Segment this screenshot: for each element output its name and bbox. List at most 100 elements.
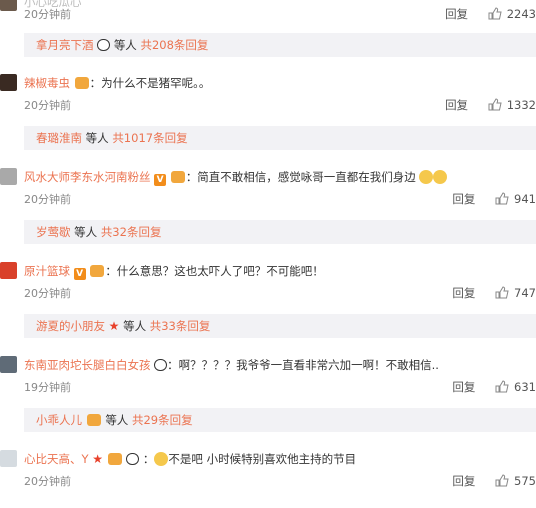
comment-line: 东南亚肉坨长腿白白女孩 ：啊？？？？我爷爷一直看非常六加一啊！不敢相信.. xyxy=(24,357,439,373)
username[interactable]: 原汁篮球 xyxy=(24,264,70,278)
emoji-icon xyxy=(154,452,169,466)
comment-actions: 回复 1332 xyxy=(445,97,536,113)
emoji-icon xyxy=(419,170,434,184)
username[interactable]: 风水大师李东水河南粉丝 xyxy=(24,170,151,184)
reply-username[interactable]: 游夏的小朋友 xyxy=(36,319,105,333)
reply-button[interactable]: 回复 xyxy=(452,285,475,301)
like-count: 2243 xyxy=(506,7,536,21)
reply-username[interactable]: 岁莺歇 xyxy=(36,225,71,239)
star-icon: ★ xyxy=(108,319,120,333)
comment-actions: 回复 2243 xyxy=(445,6,536,22)
avatar[interactable] xyxy=(0,262,17,279)
comment-item: 东南亚肉坨长腿白白女孩 ：啊？？？？我爷爷一直看非常六加一啊！不敢相信.. 19… xyxy=(0,354,536,440)
avatar[interactable] xyxy=(0,74,17,91)
and-others-label: 等人 xyxy=(74,225,98,239)
comment-item: 辣椒毒虫 ：为什么不是猪罕呢。。 20分钟前 回复 1332 春璐淮南 等人 共… xyxy=(0,72,536,158)
comment-feed: 小心吃瓜心 20分钟前 回复 2243 拿月亮下酒 等人 共208条回复 辣椒毒… xyxy=(0,0,536,508)
reply-username[interactable]: 小乖人儿 xyxy=(36,413,82,427)
comment-line: 原汁篮球 V ：什么意思？这也太吓人了吧？不可能吧！ xyxy=(24,263,324,280)
thumbs-up-icon xyxy=(495,286,509,299)
verified-v-icon: V xyxy=(154,174,167,186)
thumbs-up-icon xyxy=(488,98,502,111)
vip-badge-icon xyxy=(90,265,105,277)
timestamp: 20分钟前 xyxy=(24,99,71,112)
vip-badge-icon xyxy=(74,77,89,89)
reply-button[interactable]: 回复 xyxy=(452,473,475,489)
like-button[interactable]: 2243 xyxy=(488,7,536,21)
comment-text: ：什么意思？这也太吓人了吧？不可能吧！ xyxy=(105,264,324,278)
timestamp: 20分钟前 xyxy=(24,8,71,21)
like-count: 1332 xyxy=(506,98,536,112)
replies-summary[interactable]: 春璐淮南 等人 共1017条回复 xyxy=(24,126,536,150)
and-others-label: 等人 xyxy=(105,413,129,427)
verified-v-icon: V xyxy=(73,268,86,280)
reply-count[interactable]: 共33条回复 xyxy=(150,319,211,333)
like-button[interactable]: 747 xyxy=(495,286,536,300)
username[interactable]: 东南亚肉坨长腿白白女孩 xyxy=(24,358,151,372)
and-others-label: 等人 xyxy=(113,38,137,52)
vip-badge-icon xyxy=(86,414,101,426)
replies-summary[interactable]: 小乖人儿 等人 共29条回复 xyxy=(24,408,536,432)
reply-button[interactable]: 回复 xyxy=(452,191,475,207)
username[interactable]: 辣椒毒虫 xyxy=(24,76,70,90)
comment-item: 风水大师李东水河南粉丝 V ：简直不敢相信，感觉咏哥一直都在我们身边 20分钟前… xyxy=(0,166,536,252)
timestamp: 20分钟前 xyxy=(24,193,71,206)
panda-icon xyxy=(126,453,140,465)
reply-username[interactable]: 春璐淮南 xyxy=(36,131,82,145)
timestamp: 19分钟前 xyxy=(24,381,71,394)
comment-top-partial: 小心吃瓜心 20分钟前 回复 2243 拿月亮下酒 等人 共208条回复 xyxy=(0,0,536,60)
like-button[interactable]: 631 xyxy=(495,380,536,394)
reply-count[interactable]: 共1017条回复 xyxy=(112,131,187,145)
thumbs-up-icon xyxy=(495,192,509,205)
and-others-label: 等人 xyxy=(123,319,147,333)
replies-summary[interactable]: 拿月亮下酒 等人 共208条回复 xyxy=(24,33,536,57)
star-icon: ★ xyxy=(92,452,103,466)
comment-item: 心比天高、Y ★ ： 不是吧 小时候特别喜欢他主持的节目 20分钟前 回复 575 xyxy=(0,448,536,508)
avatar[interactable] xyxy=(0,356,17,373)
panda-icon xyxy=(154,359,168,371)
thumbs-up-icon xyxy=(488,7,502,20)
vip-badge-icon xyxy=(107,453,122,465)
like-count: 575 xyxy=(514,474,536,488)
reply-button[interactable]: 回复 xyxy=(445,97,468,113)
panda-icon xyxy=(97,39,111,51)
timestamp: 20分钟前 xyxy=(24,475,71,488)
like-count: 941 xyxy=(514,192,536,206)
reply-count[interactable]: 共208条回复 xyxy=(140,38,208,52)
comment-actions: 回复 941 xyxy=(452,191,536,207)
comment-text: ：啊？？？？我爷爷一直看非常六加一啊！不敢相信.. xyxy=(167,358,439,372)
thumbs-up-icon xyxy=(495,380,509,393)
like-button[interactable]: 941 xyxy=(495,192,536,206)
reply-count[interactable]: 共32条回复 xyxy=(101,225,162,239)
like-count: 747 xyxy=(514,286,536,300)
comment-line: 风水大师李东水河南粉丝 V ：简直不敢相信，感觉咏哥一直都在我们身边 xyxy=(24,169,448,186)
comment-text: ：简直不敢相信，感觉咏哥一直都在我们身边 xyxy=(185,170,416,184)
comment-line: 心比天高、Y ★ ： 不是吧 小时候特别喜欢他主持的节目 xyxy=(24,451,356,467)
thumbs-up-icon xyxy=(495,474,509,487)
timestamp: 20分钟前 xyxy=(24,287,71,300)
reply-username[interactable]: 拿月亮下酒 xyxy=(36,38,94,52)
comment-actions: 回复 631 xyxy=(452,379,536,395)
like-button[interactable]: 1332 xyxy=(488,98,536,112)
replies-summary[interactable]: 岁莺歇 等人 共32条回复 xyxy=(24,220,536,244)
reply-button[interactable]: 回复 xyxy=(452,379,475,395)
avatar[interactable] xyxy=(0,0,17,11)
username[interactable]: 心比天高、Y xyxy=(24,452,89,466)
comment-item: 原汁篮球 V ：什么意思？这也太吓人了吧？不可能吧！ 20分钟前 回复 747 … xyxy=(0,260,536,346)
emoji-icon xyxy=(433,170,448,184)
colon-label: ： xyxy=(142,452,155,466)
vip-badge-icon xyxy=(170,171,185,183)
reply-button[interactable]: 回复 xyxy=(445,6,468,22)
avatar[interactable] xyxy=(0,168,17,185)
and-others-label: 等人 xyxy=(85,131,109,145)
comment-text: ：为什么不是猪罕呢。。 xyxy=(89,76,211,90)
like-button[interactable]: 575 xyxy=(495,474,536,488)
like-count: 631 xyxy=(514,380,536,394)
replies-summary[interactable]: 游夏的小朋友 ★ 等人 共33条回复 xyxy=(24,314,536,338)
avatar[interactable] xyxy=(0,450,17,467)
comment-actions: 回复 575 xyxy=(452,473,536,489)
comment-actions: 回复 747 xyxy=(452,285,536,301)
reply-count[interactable]: 共29条回复 xyxy=(132,413,193,427)
comment-text: 不是吧 小时候特别喜欢他主持的节目 xyxy=(168,452,357,466)
comment-line: 辣椒毒虫 ：为什么不是猪罕呢。。 xyxy=(24,75,210,91)
